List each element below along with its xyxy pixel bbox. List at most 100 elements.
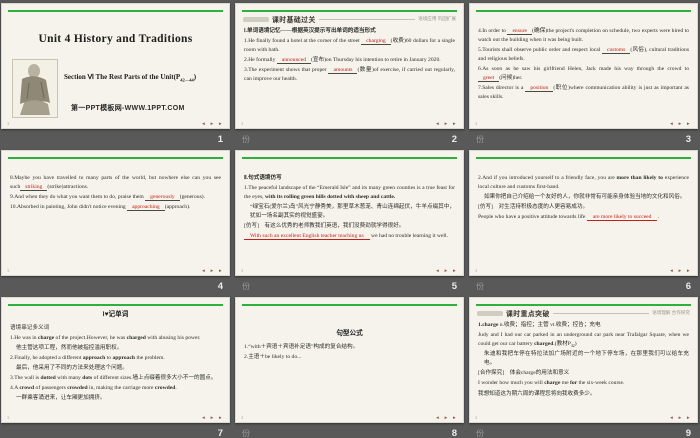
fill-blank-item: 8.Maybe you have travelled to many parts… — [10, 174, 221, 192]
thumbnail-caption: 1 — [1, 129, 230, 149]
nav-arrows-icon: ◄ ► ► — [435, 415, 458, 420]
fill-blank-item: 7.Sales director is a position(职位)where … — [478, 84, 689, 102]
statue-image — [12, 59, 58, 118]
slide-footer: 1 ◄ ► ► — [7, 268, 224, 273]
slide-content: Ⅰ♥记单词 语境串记多义词 1.He was in charge of the … — [10, 310, 221, 404]
slide-content: 1.charge n.收费；指控；主管 vt.收费；控告；充电 Judy and… — [478, 321, 689, 400]
slide-footer-page: 1 — [7, 415, 9, 420]
word-item: 2.Finally, he adopted a different approa… — [10, 354, 221, 363]
thumbnail-caption: 份 8 — [235, 423, 464, 438]
slide-number: 3 — [686, 134, 691, 145]
fill-blank-item: 2.He formally announced(宣布)on Thursday h… — [244, 56, 455, 65]
slide-thumbnail-4[interactable]: 8.Maybe you have travelled to many parts… — [1, 150, 230, 276]
green-divider — [8, 157, 223, 159]
green-divider — [242, 10, 457, 12]
green-divider — [476, 157, 691, 159]
explore-line: [合作探究] 体会charge的用法和意义 — [478, 369, 689, 378]
header-accent-bar — [477, 311, 503, 316]
answer-red-underline: With such an excellent English teacher t… — [244, 233, 370, 240]
slide-header: 课时基础过关 语境应用 巩固扩展 — [243, 14, 456, 24]
thumbnail-cell-1: Unit 4 History and Traditions Section Ⅵ … — [1, 3, 230, 150]
slide-thumbnail-2[interactable]: 课时基础过关 语境应用 巩固扩展 Ⅰ.单词语境记忆——根据英汉提示写出单词的适当… — [235, 3, 464, 129]
slide-footer: 1 ◄ ► ► — [7, 415, 224, 420]
slide-thumbnail-9[interactable]: 课时重点突破 语境理解 合作探究 1.charge n.收费；指控；主管 vt.… — [469, 297, 698, 423]
watermark-char: 份 — [476, 134, 484, 145]
nav-arrows-icon: ◄ ► ► — [201, 121, 224, 126]
thumbnail-cell-9: 课时重点突破 语境理解 合作探究 1.charge n.收费；指控；主管 vt.… — [469, 297, 698, 438]
green-divider — [242, 157, 457, 159]
answer-blank: position — [525, 85, 553, 92]
slide-thumbnail-7[interactable]: Ⅰ♥记单词 语境串记多义词 1.He was in charge of the … — [1, 297, 230, 423]
thumbnail-cell-5: Ⅱ.句式语境仿写 1.The peaceful landscape of the… — [235, 150, 464, 297]
slide-footer: 1 ◄ ► ► — [475, 415, 692, 420]
imitation-answer: With such an excellent English teacher t… — [244, 232, 455, 241]
slide-thumbnail-6[interactable]: 2.And if you introduced yourself to a fr… — [469, 150, 698, 276]
header-rule — [553, 313, 649, 314]
slide-footer: 1 ◄ ► ► — [475, 268, 692, 273]
unit-title: Unit 4 History and Traditions — [1, 33, 230, 45]
sentence-translation: “绿宝石(爱尔兰)岛”风光宁静秀美，那里草木葱茏、青山连绵起伏，牛羊点缀其中，犹… — [244, 203, 455, 221]
fill-blank-item: 3.The experiment shows that proper amoun… — [244, 66, 455, 84]
nav-arrows-icon: ◄ ► ► — [201, 415, 224, 420]
answer-blank: customs — [602, 47, 630, 54]
thumbnail-cell-6: 2.And if you introduced yourself to a fr… — [469, 150, 698, 297]
answer-blank: ensure — [507, 28, 532, 35]
header-rule — [319, 19, 415, 20]
slide-footer-page: 1 — [7, 268, 9, 273]
word-item-cn: 他主管这项工程，然而他被指控滥用职权。 — [10, 344, 221, 353]
slide-preview-canvas: Unit 4 History and Traditions Section Ⅵ … — [0, 0, 700, 438]
slide-number: 7 — [218, 428, 223, 438]
example-sentence: Judy and I had our car parked in an unde… — [478, 331, 689, 349]
slide-thumbnail-1[interactable]: Unit 4 History and Traditions Section Ⅵ … — [1, 3, 230, 129]
slide-content: 句型公式 1.“with＋宾语＋宾语补足语”构成的复合结构。 2.主语＋be l… — [244, 329, 455, 363]
thumbnail-cell-8: 句型公式 1.“with＋宾语＋宾语补足语”构成的复合结构。 2.主语＋be l… — [235, 297, 464, 438]
nav-arrows-icon: ◄ ► ► — [669, 121, 692, 126]
header-accent-bar — [243, 17, 269, 22]
slide-footer: 1 ◄ ► ► — [241, 121, 458, 126]
slide-number: 8 — [452, 428, 457, 438]
thumbnail-caption: 7 — [1, 423, 230, 438]
word-item-cn: 最后，他采用了不同的方法来处理这个问题。 — [10, 364, 221, 373]
subhead: 语境串记多义词 — [10, 324, 221, 333]
slide-number: 6 — [686, 281, 691, 292]
answer-blank: generously — [145, 194, 180, 201]
watermark-char: 份 — [476, 428, 484, 438]
slide-number: 1 — [218, 134, 223, 145]
slide-content: Ⅱ.句式语境仿写 1.The peaceful landscape of the… — [244, 174, 455, 242]
slide-content: Ⅰ.单词语境记忆——根据英汉提示写出单词的适当形式 1.He finally f… — [244, 27, 455, 85]
slide-content: 4.In order to ensure(确保)the project's co… — [478, 27, 689, 103]
slide-thumbnail-3[interactable]: 4.In order to ensure(确保)the project's co… — [469, 3, 698, 129]
slide-footer: 1 ◄ ► ► — [7, 121, 224, 126]
slide-footer: 1 ◄ ► ► — [241, 415, 458, 420]
fill-blank-item: 10.Absorbed in painting, John didn't not… — [10, 203, 221, 212]
slide-footer-page: 1 — [241, 415, 243, 420]
thumbnail-caption: 份 2 — [235, 129, 464, 149]
watermark-char: 份 — [242, 134, 250, 145]
thumbnail-cell-3: 4.In order to ensure(确保)the project's co… — [469, 3, 698, 150]
sentence-translation: 如果你把自己介绍给一个友好的人，你就非常有可能亲身体验当地的文化和风俗。 — [478, 193, 689, 202]
header-tagline: 语境理解 合作探究 — [652, 310, 690, 316]
slide-footer-page: 1 — [475, 268, 477, 273]
slide-thumbnail-8[interactable]: 句型公式 1.“with＋宾语＋宾语补足语”构成的复合结构。 2.主语＋be l… — [235, 297, 464, 423]
thumbnail-caption: 4 — [1, 276, 230, 296]
thumbnail-cell-4: 8.Maybe you have travelled to many parts… — [1, 150, 230, 297]
thumbnail-caption: 份 3 — [469, 129, 698, 149]
header-title: Ⅰ♥记单词 — [10, 310, 221, 321]
answer-blank: approaching — [127, 204, 165, 211]
thumbnail-caption: 份 9 — [469, 423, 698, 438]
slide-footer-page: 1 — [241, 121, 243, 126]
fill-blank-item: 5.Tourists shall observe public order an… — [478, 46, 689, 64]
section-intro: Ⅰ.单词语境记忆——根据英汉提示写出单词的适当形式 — [244, 27, 455, 36]
imitation-line: [仿写] 有这么优秀的老师教我们英语，我们没费劲就学得很好。 — [244, 222, 455, 231]
word-item: 1.He was in charge of the project.Howeve… — [10, 334, 221, 343]
slide-thumbnail-5[interactable]: Ⅱ.句式语境仿写 1.The peaceful landscape of the… — [235, 150, 464, 276]
green-divider — [476, 304, 691, 306]
answer-blank: striking — [20, 184, 47, 191]
explore-example: I wonder how much you will charge me for… — [478, 379, 689, 388]
slide-footer: 1 ◄ ► ► — [241, 268, 458, 273]
watermark-char: 份 — [242, 428, 250, 438]
model-sentence: 1.The peaceful landscape of the “Emerald… — [244, 184, 455, 202]
answer-red-underline: are more likely to succeed — [587, 214, 658, 221]
formula-item: 1.“with＋宾语＋宾语补足语”构成的复合结构。 — [244, 343, 455, 352]
example-translation: 朱迪和我把车停在特拉法加广场附近的一个地下停车场，在那里我们可以给车充电。 — [478, 350, 689, 368]
